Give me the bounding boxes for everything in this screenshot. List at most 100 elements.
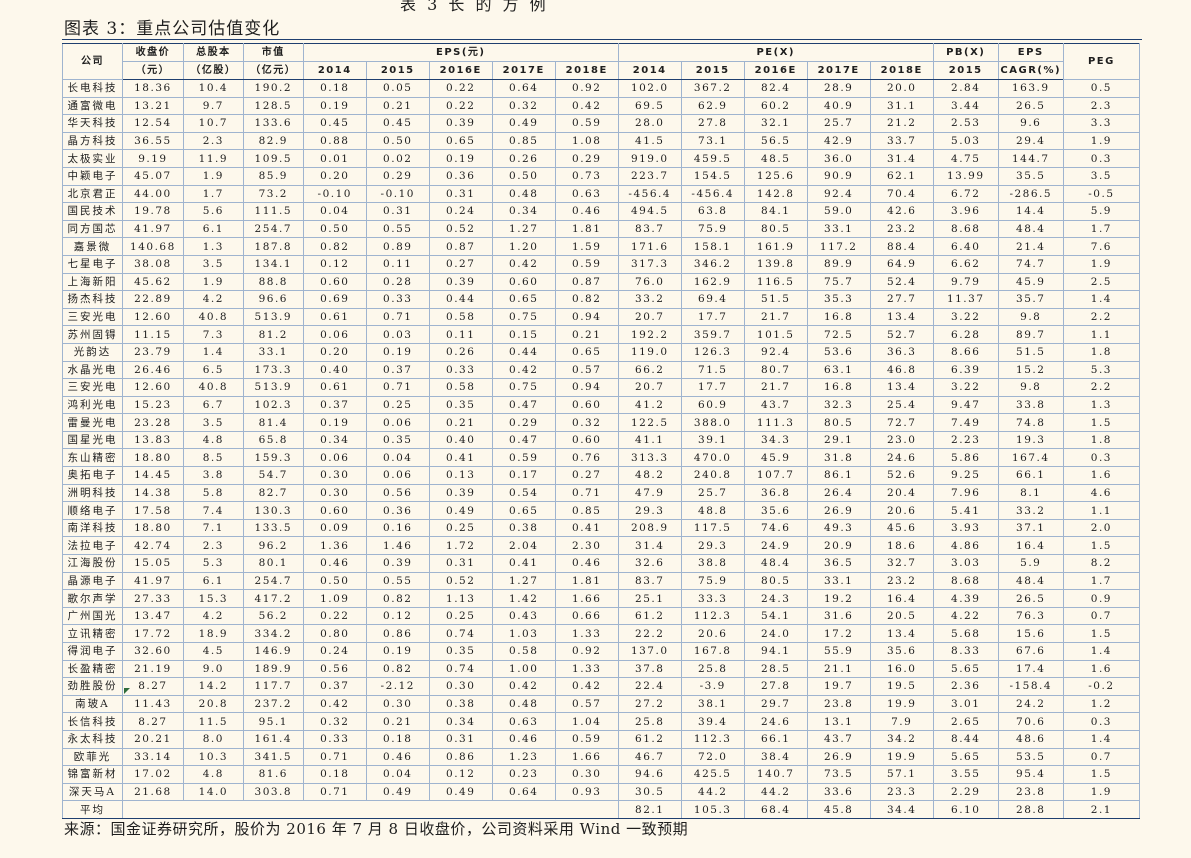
value-cell: 0.71 — [365, 307, 430, 327]
company-name-cell: 华天科技 — [62, 114, 123, 133]
value-cell: 0.32 — [554, 413, 619, 432]
value-cell: 1.27 — [491, 571, 556, 591]
value-cell: 167.8 — [680, 642, 745, 661]
value-cell: 27.7 — [869, 290, 934, 309]
value-cell: 237.2 — [242, 694, 304, 714]
value-cell: 80.5 — [806, 413, 871, 432]
value-cell: 1.33 — [554, 659, 619, 679]
value-cell: 92.4 — [806, 184, 871, 204]
value-cell: 0.69 — [302, 290, 367, 309]
value-cell: 33.14 — [121, 747, 184, 767]
value-cell: 11.37 — [932, 290, 999, 309]
value-cell: 513.9 — [242, 378, 304, 397]
value-cell: 0.88 — [302, 131, 367, 151]
value-cell: 0.82 — [365, 659, 430, 679]
value-cell: 0.49 — [365, 782, 430, 802]
value-cell: 54.7 — [242, 466, 304, 485]
value-cell: 9.8 — [997, 307, 1064, 327]
value-cell: 37.8 — [617, 659, 682, 679]
header-eps-group: EPS(元) — [302, 43, 619, 62]
value-cell: 107.7 — [743, 466, 808, 485]
header-pe-year: 2016E — [743, 61, 808, 80]
company-name-cell: 晶源电子 — [62, 571, 123, 591]
value-cell: 144.7 — [997, 149, 1064, 168]
value-cell: 14.45 — [121, 466, 184, 485]
company-name-cell: 扬杰科技 — [62, 290, 123, 309]
value-cell: 10.7 — [182, 114, 244, 133]
value-cell: 28.9 — [806, 79, 871, 98]
value-cell: 9.6 — [997, 114, 1064, 133]
value-cell: 26.5 — [997, 589, 1064, 608]
table-row: 得润电子 32.60 4.5 146.9 0.24 0.19 0.35 0.58 0.92 137… — [62, 642, 1141, 661]
value-cell: 122.5 — [617, 413, 682, 432]
value-cell: 17.58 — [121, 501, 184, 520]
value-cell: 0.55 — [365, 219, 430, 239]
value-cell: 0.57 — [554, 694, 619, 714]
value-cell: 1.66 — [554, 589, 619, 608]
value-cell: 12.60 — [121, 307, 184, 327]
company-name-cell: 洲明科技 — [62, 483, 123, 503]
value-cell: 0.01 — [302, 149, 367, 168]
value-cell: 5.3 — [1062, 360, 1141, 380]
value-cell: 3.22 — [932, 307, 999, 327]
company-name-cell: 立讯精密 — [62, 624, 123, 643]
value-cell: 417.2 — [242, 589, 304, 608]
table-row: 晶源电子 41.97 6.1 254.7 0.50 0.55 0.52 1.27 1.81 83.… — [62, 571, 1141, 591]
company-name-cell: 鸿利光电 — [62, 395, 123, 415]
value-cell: 0.71 — [365, 378, 430, 397]
header-company: 公司 — [62, 43, 123, 80]
value-cell: 66.1 — [997, 466, 1064, 485]
value-cell: 0.58 — [428, 307, 493, 327]
value-cell: 21.7 — [743, 307, 808, 327]
value-cell: 0.59 — [554, 254, 619, 274]
value-cell: 62.9 — [680, 96, 745, 116]
value-cell: 20.7 — [617, 307, 682, 327]
value-cell: 167.4 — [997, 448, 1064, 468]
value-cell: 13.1 — [806, 712, 871, 731]
valuation-table: 公司 收盘价 总股本 市值 EPS(元) PE(X) PB(X) EPS PEG… — [62, 43, 1141, 819]
value-cell: 0.29 — [365, 166, 430, 186]
value-cell: 0.29 — [554, 149, 619, 168]
value-cell: 3.5 — [182, 254, 244, 274]
value-cell: 0.46 — [554, 554, 619, 573]
value-cell: 20.7 — [617, 378, 682, 397]
value-cell: 0.33 — [365, 290, 430, 309]
value-cell: 0.24 — [428, 202, 493, 221]
value-cell: 7.6 — [1062, 237, 1141, 256]
company-name-cell: 光韵达 — [62, 342, 123, 362]
value-cell: 38.08 — [121, 254, 184, 274]
value-cell: 35.7 — [997, 290, 1064, 309]
table-row: 雷曼光电 23.28 3.5 81.4 0.19 0.06 0.21 0.29 0.32 122.… — [62, 413, 1141, 432]
value-cell: 5.86 — [932, 448, 999, 468]
company-name-cell: 广州国光 — [62, 606, 123, 626]
company-name-cell: 上海新阳 — [62, 272, 123, 292]
value-cell: 0.50 — [365, 131, 430, 151]
value-cell: 51.5 — [743, 290, 808, 309]
table-row: 国星光电 13.83 4.8 65.8 0.34 0.35 0.40 0.47 0.60 41.1… — [62, 430, 1141, 450]
average-row: 平均 82.1 105.3 68.4 45.8 34.4 6.10 28.8 2.1 — [62, 800, 1141, 819]
value-cell: 75.7 — [806, 272, 871, 292]
value-cell: 24.0 — [743, 624, 808, 643]
value-cell: 7.3 — [182, 325, 244, 344]
value-cell: 3.01 — [932, 694, 999, 714]
value-cell: 0.15 — [491, 325, 556, 344]
header-peg: PEG — [1062, 43, 1141, 80]
value-cell: 11.5 — [182, 712, 244, 731]
value-cell: 45.9 — [997, 272, 1064, 292]
value-cell: 33.7 — [869, 131, 934, 151]
table-row: 晶方科技 36.55 2.3 82.9 0.88 0.50 0.65 0.85 1.08 41.5… — [62, 131, 1141, 151]
value-cell: 33.8 — [997, 395, 1064, 415]
value-cell: 24.2 — [997, 694, 1064, 714]
value-cell: 1.1 — [1062, 501, 1141, 520]
value-cell: -456.4 — [680, 184, 745, 204]
company-name-cell: 锦富新材 — [62, 765, 123, 784]
value-cell: 459.5 — [680, 149, 745, 168]
value-cell: 3.44 — [932, 96, 999, 116]
value-cell: 0.7 — [1062, 747, 1141, 767]
table-row: 长电科技 18.36 10.4 190.2 0.18 0.05 0.22 0.64 0.92 10… — [62, 79, 1141, 98]
header-close-price: 收盘价 — [121, 43, 184, 62]
value-cell: 24.9 — [743, 536, 808, 556]
value-cell: 158.1 — [680, 237, 745, 256]
value-cell: 117.7 — [242, 677, 304, 696]
value-cell: 26.5 — [997, 96, 1064, 116]
